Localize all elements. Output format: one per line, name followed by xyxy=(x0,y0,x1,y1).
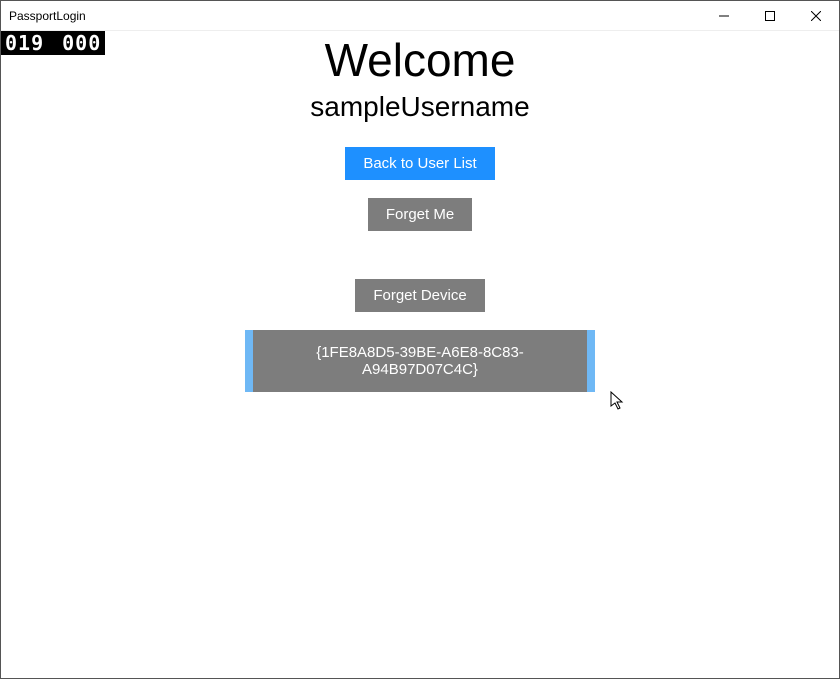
titlebar[interactable]: PassportLogin xyxy=(1,1,839,31)
close-button[interactable] xyxy=(793,1,839,31)
close-icon xyxy=(811,11,821,21)
minimize-icon xyxy=(719,11,729,21)
back-to-user-list-button[interactable]: Back to User List xyxy=(345,147,494,180)
device-list[interactable]: {1FE8A8D5-39BE-A6E8-8C83-A94B97D07C4C} xyxy=(245,330,595,392)
fps-counter: 019 000 xyxy=(1,31,105,55)
window-title: PassportLogin xyxy=(1,9,86,23)
cursor-icon xyxy=(610,391,626,411)
minimize-button[interactable] xyxy=(701,1,747,31)
main-content: Welcome sampleUsername Back to User List… xyxy=(1,31,839,392)
maximize-button[interactable] xyxy=(747,1,793,31)
fps-value-right: 000 xyxy=(62,31,101,55)
forget-device-button[interactable]: Forget Device xyxy=(355,279,484,312)
welcome-heading: Welcome xyxy=(325,33,516,87)
forget-me-button[interactable]: Forget Me xyxy=(368,198,472,231)
app-window: PassportLogin 019 000 Welcome sampleUser… xyxy=(0,0,840,679)
device-list-item[interactable]: {1FE8A8D5-39BE-A6E8-8C83-A94B97D07C4C} xyxy=(245,330,595,392)
window-controls xyxy=(701,1,839,30)
client-area: 019 000 Welcome sampleUsername Back to U… xyxy=(1,31,839,678)
maximize-icon xyxy=(765,11,775,21)
fps-value-left: 019 xyxy=(5,31,44,55)
username-label: sampleUsername xyxy=(310,91,529,123)
